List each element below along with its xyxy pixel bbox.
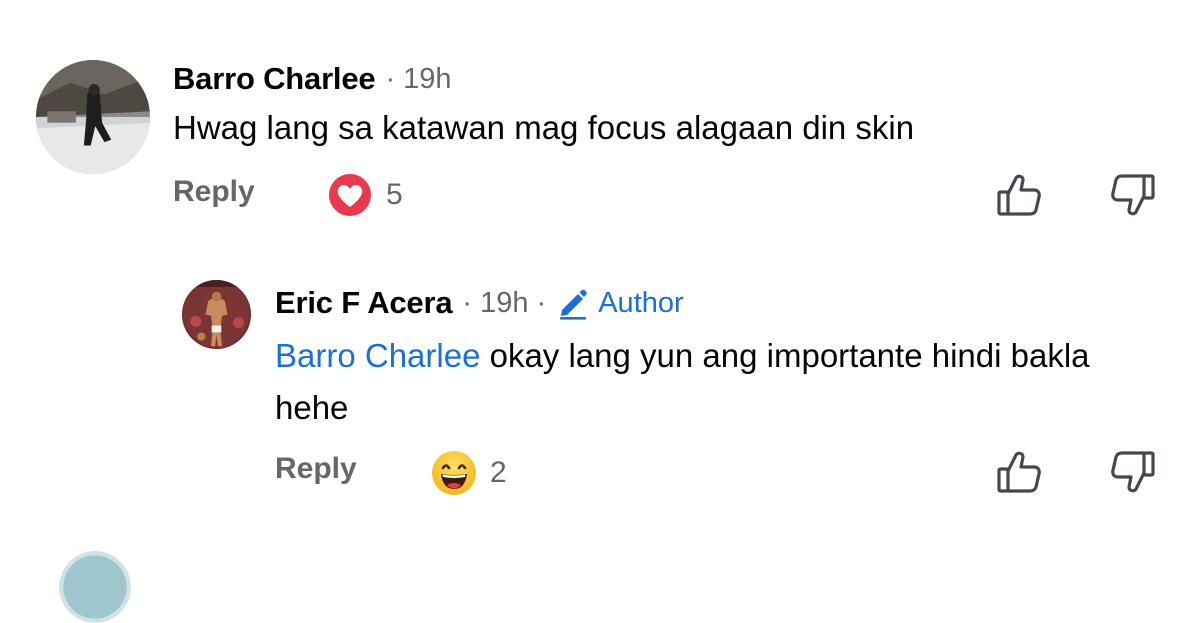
next-commenter-avatar[interactable] [59,551,131,623]
reaction-summary[interactable]: 5 [326,171,403,219]
author-badge: Author [556,286,684,320]
reply-author-avatar[interactable] [182,280,251,349]
author-badge-label: Author [598,286,684,319]
laughing-emoji-icon [432,451,476,495]
comment-header: Barro Charlee · 19h [173,57,452,101]
avatar-photo [36,60,150,174]
reply-button[interactable]: Reply [173,175,255,209]
avatar-photo [59,551,131,623]
reaction-count: 5 [386,178,403,211]
comment-author-name[interactable]: Barro Charlee [173,61,376,97]
avatar-photo [182,280,251,349]
reaction-summary[interactable]: 2 [430,449,507,497]
mention-link[interactable]: Barro Charlee [275,337,480,374]
commenter-avatar[interactable] [36,60,150,174]
pencil-icon [560,289,587,320]
comment-timestamp[interactable]: · 19h · [462,287,546,320]
thumbs-up-icon[interactable] [994,447,1044,497]
comment-text: Hwag lang sa katawan mag focus alagaan d… [173,109,915,146]
reaction-count: 2 [490,456,507,489]
comment-timestamp[interactable]: · 19h [385,63,451,96]
comment-text: Barro Charlee okay lang yun ang importan… [275,330,1155,434]
comment-header: Eric F Acera · 19h · Author [275,281,684,325]
reply-button[interactable]: Reply [275,452,357,486]
thumbs-down-icon[interactable] [1108,447,1158,497]
heart-reaction-icon [327,172,373,218]
comment-author-name[interactable]: Eric F Acera [275,285,453,321]
thumbs-down-icon[interactable] [1108,170,1158,220]
thumbs-up-icon[interactable] [994,170,1044,220]
